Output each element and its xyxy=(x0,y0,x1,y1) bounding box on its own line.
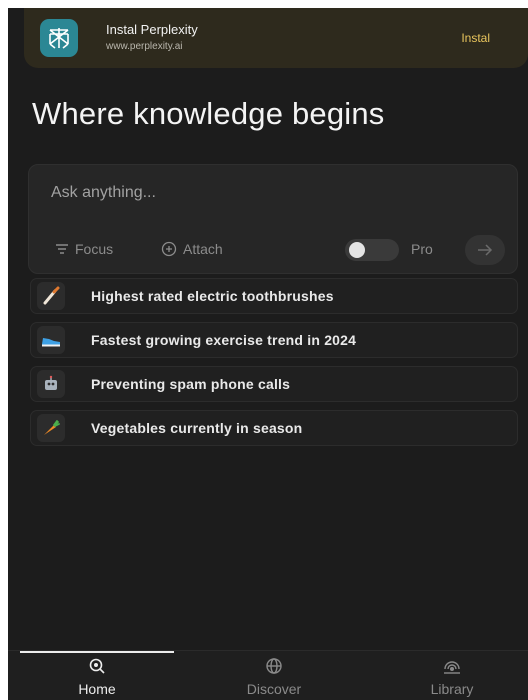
focus-lines-icon xyxy=(56,244,68,254)
suggestion-text: Vegetables currently in season xyxy=(91,420,303,436)
attach-label: Attach xyxy=(183,241,223,257)
suggestion-text: Preventing spam phone calls xyxy=(91,376,291,392)
home-search-icon xyxy=(89,658,105,674)
bottom-nav: Home Discover Library xyxy=(8,650,528,700)
perplexity-logo-icon xyxy=(40,19,78,57)
ask-input[interactable] xyxy=(51,181,481,205)
focus-label: Focus xyxy=(75,241,114,257)
banner-url: www.perplexity.ai xyxy=(106,41,183,52)
carrot-icon xyxy=(37,414,65,442)
nav-discover-label: Discover xyxy=(246,681,302,697)
pro-label: Pro xyxy=(411,241,433,257)
app-screen: Instal Perplexity www.perplexity.ai Inst… xyxy=(8,8,528,700)
nav-library[interactable]: Library xyxy=(392,657,512,699)
active-tab-indicator xyxy=(20,651,174,653)
robot-icon xyxy=(37,370,65,398)
page-headline: Where knowledge begins xyxy=(32,96,385,131)
nav-home[interactable]: Home xyxy=(37,657,157,699)
nav-discover[interactable]: Discover xyxy=(214,657,334,699)
install-button[interactable]: Instal xyxy=(461,31,490,45)
suggestion-item[interactable]: Vegetables currently in season xyxy=(30,410,518,446)
attach-button[interactable]: Attach xyxy=(161,241,223,257)
sneaker-icon xyxy=(37,326,65,354)
install-banner: Instal Perplexity www.perplexity.ai Inst… xyxy=(24,8,528,68)
pro-toggle[interactable] xyxy=(345,239,399,261)
ask-box: Focus Attach Pro xyxy=(28,164,518,274)
focus-button[interactable]: Focus xyxy=(55,241,113,257)
library-icon xyxy=(444,661,460,674)
nav-home-label: Home xyxy=(78,681,116,697)
suggestion-item[interactable]: Highest rated electric toothbrushes xyxy=(30,278,518,314)
plus-circle-icon xyxy=(161,241,177,257)
suggestion-text: Highest rated electric toothbrushes xyxy=(91,288,334,304)
suggestion-text: Fastest growing exercise trend in 2024 xyxy=(91,332,357,348)
nav-library-label: Library xyxy=(430,681,474,697)
banner-title: Instal Perplexity xyxy=(106,22,198,37)
suggestion-item[interactable]: Preventing spam phone calls xyxy=(30,366,518,402)
toggle-knob xyxy=(349,242,365,258)
globe-icon xyxy=(266,658,282,674)
suggestion-item[interactable]: Fastest growing exercise trend in 2024 xyxy=(30,322,518,358)
arrow-right-icon xyxy=(478,244,493,256)
submit-button[interactable] xyxy=(465,235,505,265)
toothbrush-icon xyxy=(37,282,65,310)
